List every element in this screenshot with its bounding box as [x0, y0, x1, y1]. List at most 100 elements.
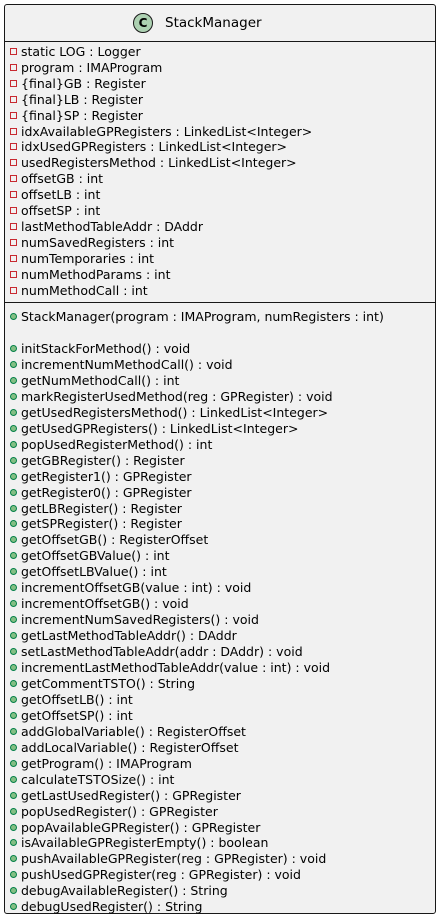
field-row-text: {final}GB : Register — [21, 75, 146, 91]
method-row-text: incrementOffsetGB() : void — [21, 596, 189, 612]
field-row-text: offsetLB : int — [21, 187, 101, 203]
public-visibility-icon — [10, 440, 17, 448]
private-visibility-icon — [10, 79, 17, 87]
public-visibility-icon — [10, 775, 17, 783]
field-row-text: static LOG : Logger — [21, 44, 141, 59]
method-row-text: popAvailableGPRegister() : GPRegister — [21, 819, 261, 835]
class-stackmanager: C StackManager static LOG : Logger progra… — [4, 4, 436, 914]
method-row-text: pushAvailableGPRegister(reg : GPRegister… — [21, 851, 327, 867]
method-row-text: getOffsetSP() : int — [21, 707, 133, 723]
field-row-text: program : IMAProgram — [21, 59, 163, 75]
method-row-text: getSPRegister() : Register — [21, 516, 182, 532]
private-visibility-icon — [10, 63, 17, 71]
method-row-text: popUsedRegister() : GPRegister — [21, 803, 218, 819]
method-row-text: debugUsedRegister() : String — [21, 899, 203, 915]
public-visibility-icon — [10, 600, 17, 608]
private-visibility-icon — [10, 159, 17, 167]
method-row-text: getProgram() : IMAProgram — [21, 755, 192, 771]
public-visibility-icon — [10, 520, 17, 528]
class-name: StackManager — [165, 15, 262, 31]
field-row-text: offsetSP : int — [21, 203, 101, 218]
method-row-text: getUsedRegistersMethod() : LinkedList<In… — [21, 404, 329, 420]
field-row-text: {final}SP : Register — [21, 107, 143, 123]
public-visibility-icon — [10, 855, 17, 863]
public-visibility-icon — [10, 360, 17, 368]
header-separator — [5, 41, 435, 42]
method-row-text: incrementNumMethodCall() : void — [21, 356, 233, 372]
method-row-text: getGBRegister() : Register — [21, 452, 185, 468]
method-row-text: getOffsetGB() : RegisterOffset — [21, 532, 209, 548]
public-visibility-icon — [10, 839, 17, 847]
public-visibility-icon — [10, 584, 17, 592]
public-visibility-icon — [10, 552, 17, 560]
public-visibility-icon — [10, 632, 17, 640]
private-visibility-icon — [10, 286, 17, 294]
public-visibility-icon — [10, 376, 17, 384]
public-visibility-icon — [10, 727, 17, 735]
public-visibility-icon — [10, 903, 17, 911]
method-row-text: getLBRegister() : Register — [21, 500, 182, 516]
public-visibility-icon — [10, 823, 17, 831]
field-row-text: usedRegistersMethod : LinkedList<Integer… — [21, 155, 297, 171]
public-visibility-icon — [10, 887, 17, 895]
public-visibility-icon — [10, 536, 17, 544]
public-visibility-icon — [10, 695, 17, 703]
class-c-icon: C — [133, 13, 153, 33]
field-row-text: numTemporaries : int — [21, 250, 155, 266]
public-visibility-icon — [10, 807, 17, 815]
method-row-text: getCommentTSTO() : String — [21, 675, 196, 691]
public-visibility-icon — [10, 791, 17, 799]
private-visibility-icon — [10, 48, 17, 55]
field-row-text: numSavedRegisters : int — [21, 234, 175, 250]
public-visibility-icon — [10, 408, 17, 416]
method-row-text: calculateTSTOSize() : int — [21, 771, 175, 787]
method-row-text: isAvailableGPRegisterEmpty() : boolean — [21, 835, 269, 851]
method-row-text: debugAvailableRegister() : String — [21, 883, 228, 899]
method-row-text: incrementNumSavedRegisters() : void — [21, 612, 259, 628]
private-visibility-icon — [10, 175, 17, 183]
method-row-text: getRegister0() : GPRegister — [21, 484, 192, 500]
method-row-text: addGlobalVariable() : RegisterOffset — [21, 723, 246, 739]
field-row-text: offsetGB : int — [21, 171, 104, 187]
method-row-text: initStackForMethod() : void — [21, 341, 191, 356]
public-visibility-icon — [10, 743, 17, 751]
public-visibility-icon — [10, 313, 17, 320]
method-row-text: getRegister1() : GPRegister — [21, 468, 192, 484]
public-visibility-icon — [10, 345, 17, 352]
field-row-text: numMethodCall : int — [21, 282, 148, 298]
public-visibility-icon — [10, 504, 17, 512]
constructor-row-text: StackManager(program : IMAProgram, numRe… — [21, 309, 384, 324]
public-visibility-icon — [10, 392, 17, 400]
public-visibility-icon — [10, 616, 17, 624]
method-row-text: getOffsetGBValue() : int — [21, 548, 170, 564]
method-row-text: incrementLastMethodTableAddr(value : int… — [21, 660, 331, 675]
public-visibility-icon — [10, 488, 17, 496]
method-row-text: incrementOffsetGB(value : int) : void — [21, 580, 252, 596]
field-row-text: {final}LB : Register — [21, 91, 143, 107]
field-row-text: idxAvailableGPRegisters : LinkedList<Int… — [21, 123, 313, 139]
public-visibility-icon — [10, 664, 17, 671]
method-row-text: markRegisterUsedMethod(reg : GPRegister)… — [21, 388, 333, 404]
public-visibility-icon — [10, 456, 17, 464]
method-row-text: addLocalVariable() : RegisterOffset — [21, 739, 239, 755]
public-visibility-icon — [10, 472, 17, 480]
public-visibility-icon — [10, 424, 17, 432]
method-row-text: getUsedGPRegisters() : LinkedList<Intege… — [21, 420, 299, 436]
private-visibility-icon — [10, 207, 17, 214]
field-row-text: lastMethodTableAddr : DAddr — [21, 218, 203, 234]
field-row-text: idxUsedGPRegisters : LinkedList<Integer> — [21, 139, 287, 155]
method-row-text: pushUsedGPRegister(reg : GPRegister) : v… — [21, 867, 301, 883]
private-visibility-icon — [10, 95, 17, 103]
private-visibility-icon — [10, 127, 17, 135]
method-row-text: setLastMethodTableAddr(addr : DAddr) : v… — [21, 644, 303, 660]
fields-methods-separator — [5, 302, 435, 303]
private-visibility-icon — [10, 254, 17, 262]
public-visibility-icon — [10, 711, 17, 719]
public-visibility-icon — [10, 679, 17, 687]
private-visibility-icon — [10, 238, 17, 246]
public-visibility-icon — [10, 759, 17, 767]
public-visibility-icon — [10, 648, 17, 656]
private-visibility-icon — [10, 222, 17, 230]
public-visibility-icon — [10, 871, 17, 879]
method-row-text: getLastUsedRegister() : GPRegister — [21, 787, 241, 803]
